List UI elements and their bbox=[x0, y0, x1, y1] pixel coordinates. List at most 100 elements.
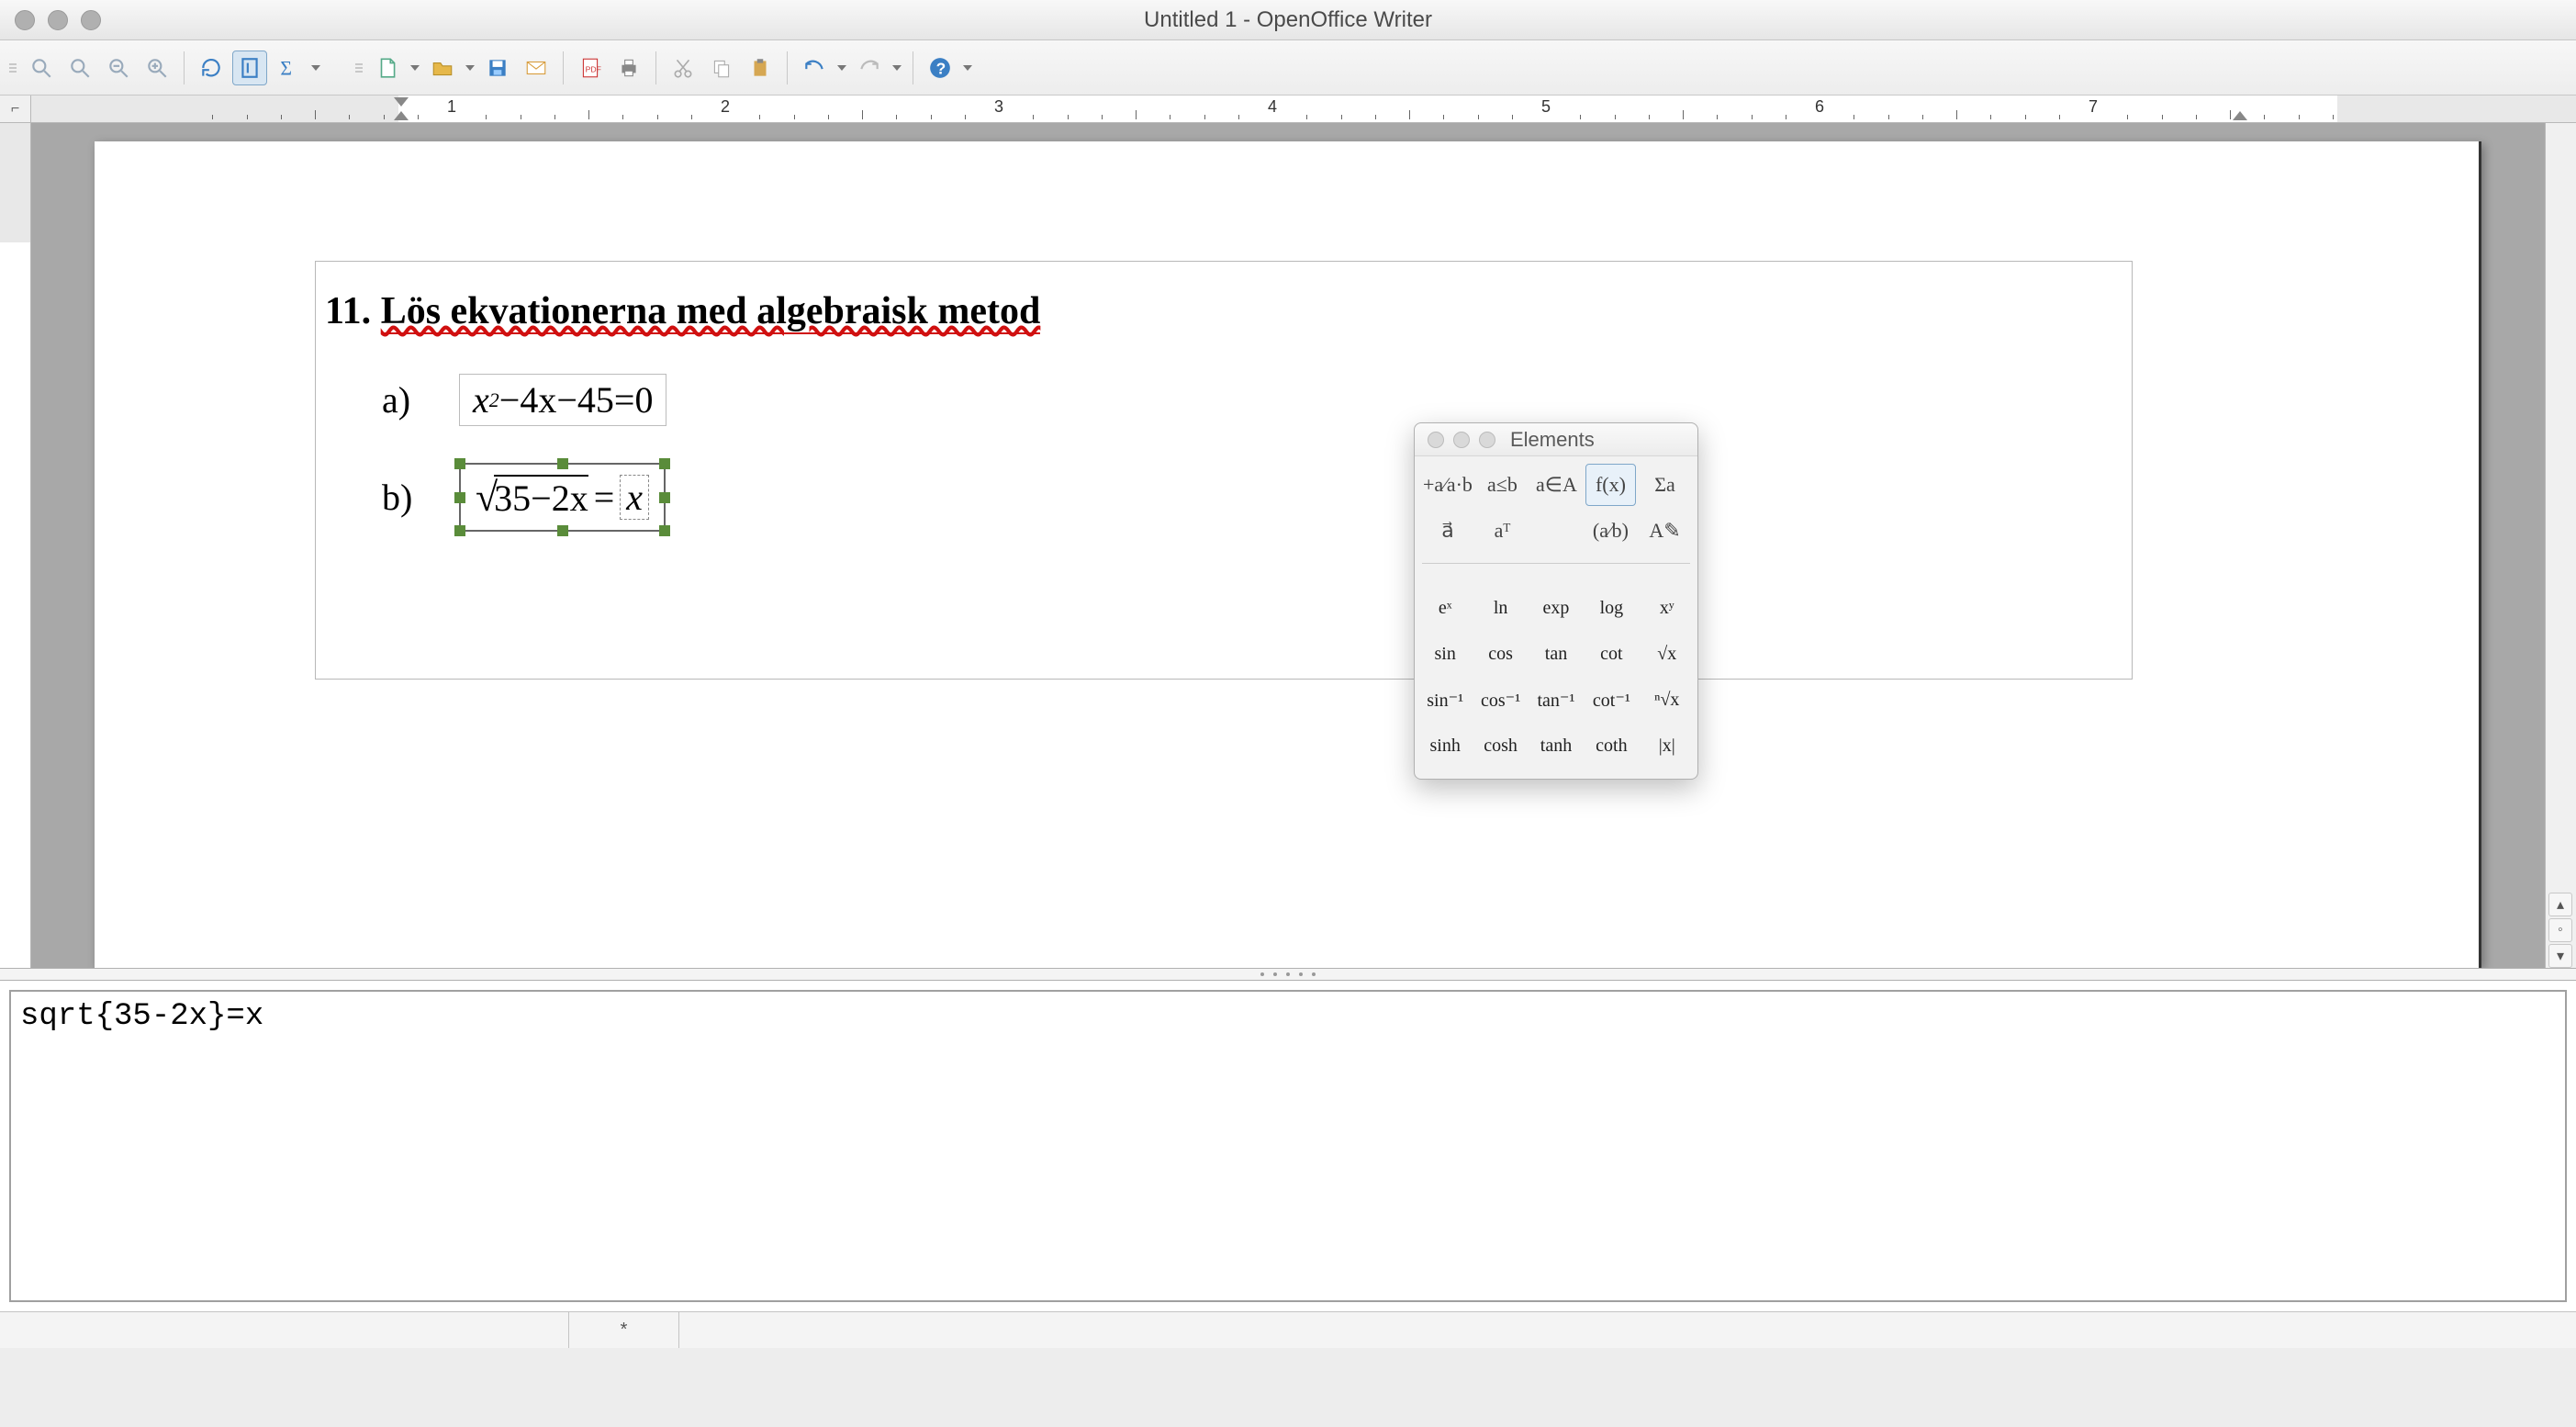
paste-icon[interactable] bbox=[743, 51, 778, 85]
resize-handle-ml[interactable] bbox=[454, 492, 465, 503]
elements-category-2[interactable]: a∈A bbox=[1531, 464, 1582, 506]
export-pdf-icon[interactable]: PDF bbox=[573, 51, 608, 85]
ruler-corner: ⌐ bbox=[0, 96, 31, 122]
status-segment-3[interactable] bbox=[679, 1312, 2576, 1348]
elements-item-18[interactable]: coth bbox=[1588, 727, 1634, 764]
resize-handle-tr[interactable] bbox=[659, 458, 670, 469]
panel-zoom-icon[interactable] bbox=[1479, 432, 1495, 448]
open-document-icon[interactable] bbox=[425, 51, 460, 85]
resize-handle-br[interactable] bbox=[659, 525, 670, 536]
elements-category-8[interactable]: (a⁄b) bbox=[1585, 510, 1636, 552]
document-viewport[interactable]: 11. Lös ekvationerna med algebraisk meto… bbox=[31, 123, 2545, 968]
elements-category-6[interactable]: aᵀ bbox=[1477, 510, 1528, 552]
elements-item-0[interactable]: eˣ bbox=[1422, 590, 1468, 626]
sigma-catalog-icon[interactable]: Σ bbox=[271, 51, 306, 85]
svg-text:?: ? bbox=[936, 59, 946, 77]
toolbar-handle[interactable] bbox=[9, 50, 17, 86]
elements-category-9[interactable]: A✎ bbox=[1640, 510, 1690, 552]
zoom-out-icon[interactable] bbox=[101, 51, 136, 85]
elements-item-4[interactable]: xʸ bbox=[1644, 590, 1690, 626]
elements-item-14[interactable]: ⁿ√x bbox=[1644, 681, 1690, 718]
elements-item-3[interactable]: log bbox=[1588, 590, 1634, 626]
elements-item-17[interactable]: tanh bbox=[1533, 727, 1579, 764]
indent-marker-icon[interactable] bbox=[394, 97, 409, 107]
email-document-icon[interactable] bbox=[519, 51, 554, 85]
toolbar-separator bbox=[563, 51, 564, 84]
redo-icon[interactable] bbox=[852, 51, 887, 85]
redo-dropdown[interactable] bbox=[890, 51, 903, 85]
elements-category-row: +a⁄a·ba≤ba∈Af(x)Σa a⃗aᵀ (a⁄b)A✎ bbox=[1415, 456, 1697, 559]
print-icon[interactable] bbox=[611, 51, 646, 85]
panel-close-icon[interactable] bbox=[1428, 432, 1444, 448]
close-window-icon[interactable] bbox=[15, 10, 35, 30]
equation-row-b: b) √35−2x=x bbox=[382, 463, 2132, 532]
new-document-icon[interactable] bbox=[370, 51, 405, 85]
zoom-page-icon[interactable] bbox=[24, 51, 59, 85]
copy-icon[interactable] bbox=[704, 51, 739, 85]
status-modified-indicator[interactable]: * bbox=[569, 1312, 679, 1348]
cut-icon[interactable] bbox=[666, 51, 700, 85]
elements-panel-titlebar[interactable]: Elements bbox=[1415, 423, 1697, 456]
resize-handle-bl[interactable] bbox=[454, 525, 465, 536]
elements-item-1[interactable]: ln bbox=[1477, 590, 1523, 626]
undo-dropdown[interactable] bbox=[835, 51, 848, 85]
zoom-in-icon[interactable] bbox=[140, 51, 174, 85]
formula-input[interactable] bbox=[9, 990, 2567, 1302]
elements-category-5[interactable]: a⃗ bbox=[1422, 510, 1473, 552]
elements-item-19[interactable]: |x| bbox=[1644, 727, 1690, 764]
next-page-icon[interactable]: ▾ bbox=[2548, 944, 2572, 968]
update-icon[interactable] bbox=[194, 51, 229, 85]
elements-category-0[interactable]: +a⁄a·b bbox=[1422, 464, 1473, 506]
save-document-icon[interactable] bbox=[480, 51, 515, 85]
zoom-window-icon[interactable] bbox=[81, 10, 101, 30]
toolbar-separator bbox=[655, 51, 656, 84]
elements-item-10[interactable]: sin⁻¹ bbox=[1422, 681, 1468, 718]
right-indent-marker-icon[interactable] bbox=[2233, 111, 2247, 120]
eq-a-var: x bbox=[473, 378, 489, 421]
elements-item-15[interactable]: sinh bbox=[1422, 727, 1468, 764]
elements-category-1[interactable]: a≤b bbox=[1477, 464, 1528, 506]
elements-item-7[interactable]: tan bbox=[1533, 635, 1579, 672]
hanging-indent-marker-icon[interactable] bbox=[394, 111, 409, 120]
help-icon[interactable]: ? bbox=[923, 51, 958, 85]
elements-category-3[interactable]: f(x) bbox=[1585, 464, 1636, 506]
nav-target-icon[interactable]: ◦ bbox=[2548, 918, 2572, 942]
elements-item-16[interactable]: cosh bbox=[1477, 727, 1523, 764]
resize-handle-mr[interactable] bbox=[659, 492, 670, 503]
formula-object-a[interactable]: x2−4x−45=0 bbox=[459, 374, 666, 426]
elements-divider bbox=[1422, 563, 1690, 564]
undo-icon[interactable] bbox=[797, 51, 832, 85]
main-area: 11. Lös ekvationerna med algebraisk meto… bbox=[0, 123, 2576, 968]
elements-item-8[interactable]: cot bbox=[1588, 635, 1634, 672]
new-dropdown[interactable] bbox=[409, 51, 421, 85]
toolbar-dropdown[interactable] bbox=[309, 51, 322, 85]
elements-item-13[interactable]: cot⁻¹ bbox=[1588, 681, 1634, 718]
elements-item-9[interactable]: √x bbox=[1644, 635, 1690, 672]
vertical-scrollbar[interactable]: ▴ ◦ ▾ bbox=[2545, 123, 2576, 968]
minimize-window-icon[interactable] bbox=[48, 10, 68, 30]
zoom-100-icon[interactable] bbox=[62, 51, 97, 85]
horizontal-splitter[interactable] bbox=[0, 968, 2576, 981]
resize-handle-tl[interactable] bbox=[454, 458, 465, 469]
elements-item-12[interactable]: tan⁻¹ bbox=[1533, 681, 1579, 718]
elements-item-5[interactable]: sin bbox=[1422, 635, 1468, 672]
toolbar-handle-2[interactable] bbox=[355, 50, 363, 86]
elements-item-11[interactable]: cos⁻¹ bbox=[1477, 681, 1523, 718]
formula-cursor-icon[interactable] bbox=[232, 51, 267, 85]
elements-item-6[interactable]: cos bbox=[1477, 635, 1523, 672]
horizontal-ruler-row: ⌐ 1234567 bbox=[0, 96, 2576, 123]
elements-panel[interactable]: Elements +a⁄a·ba≤ba∈Af(x)Σa a⃗aᵀ (a⁄b)A✎ e… bbox=[1414, 422, 1698, 780]
panel-minimize-icon[interactable] bbox=[1453, 432, 1470, 448]
prev-page-icon[interactable]: ▴ bbox=[2548, 893, 2572, 916]
vertical-ruler[interactable] bbox=[0, 123, 31, 968]
resize-handle-bm[interactable] bbox=[557, 525, 568, 536]
formula-object-b-selected[interactable]: √35−2x=x bbox=[459, 463, 666, 532]
status-segment-1[interactable] bbox=[0, 1312, 569, 1348]
elements-item-2[interactable]: exp bbox=[1533, 590, 1579, 626]
elements-category-4[interactable]: Σa bbox=[1640, 464, 1690, 506]
toolbar-overflow[interactable] bbox=[961, 51, 974, 85]
horizontal-ruler[interactable]: 1234567 bbox=[31, 96, 2576, 122]
resize-handle-tm[interactable] bbox=[557, 458, 568, 469]
open-dropdown[interactable] bbox=[464, 51, 476, 85]
heading-text: Lös ekvationerna med algebraisk metod bbox=[381, 290, 1041, 334]
